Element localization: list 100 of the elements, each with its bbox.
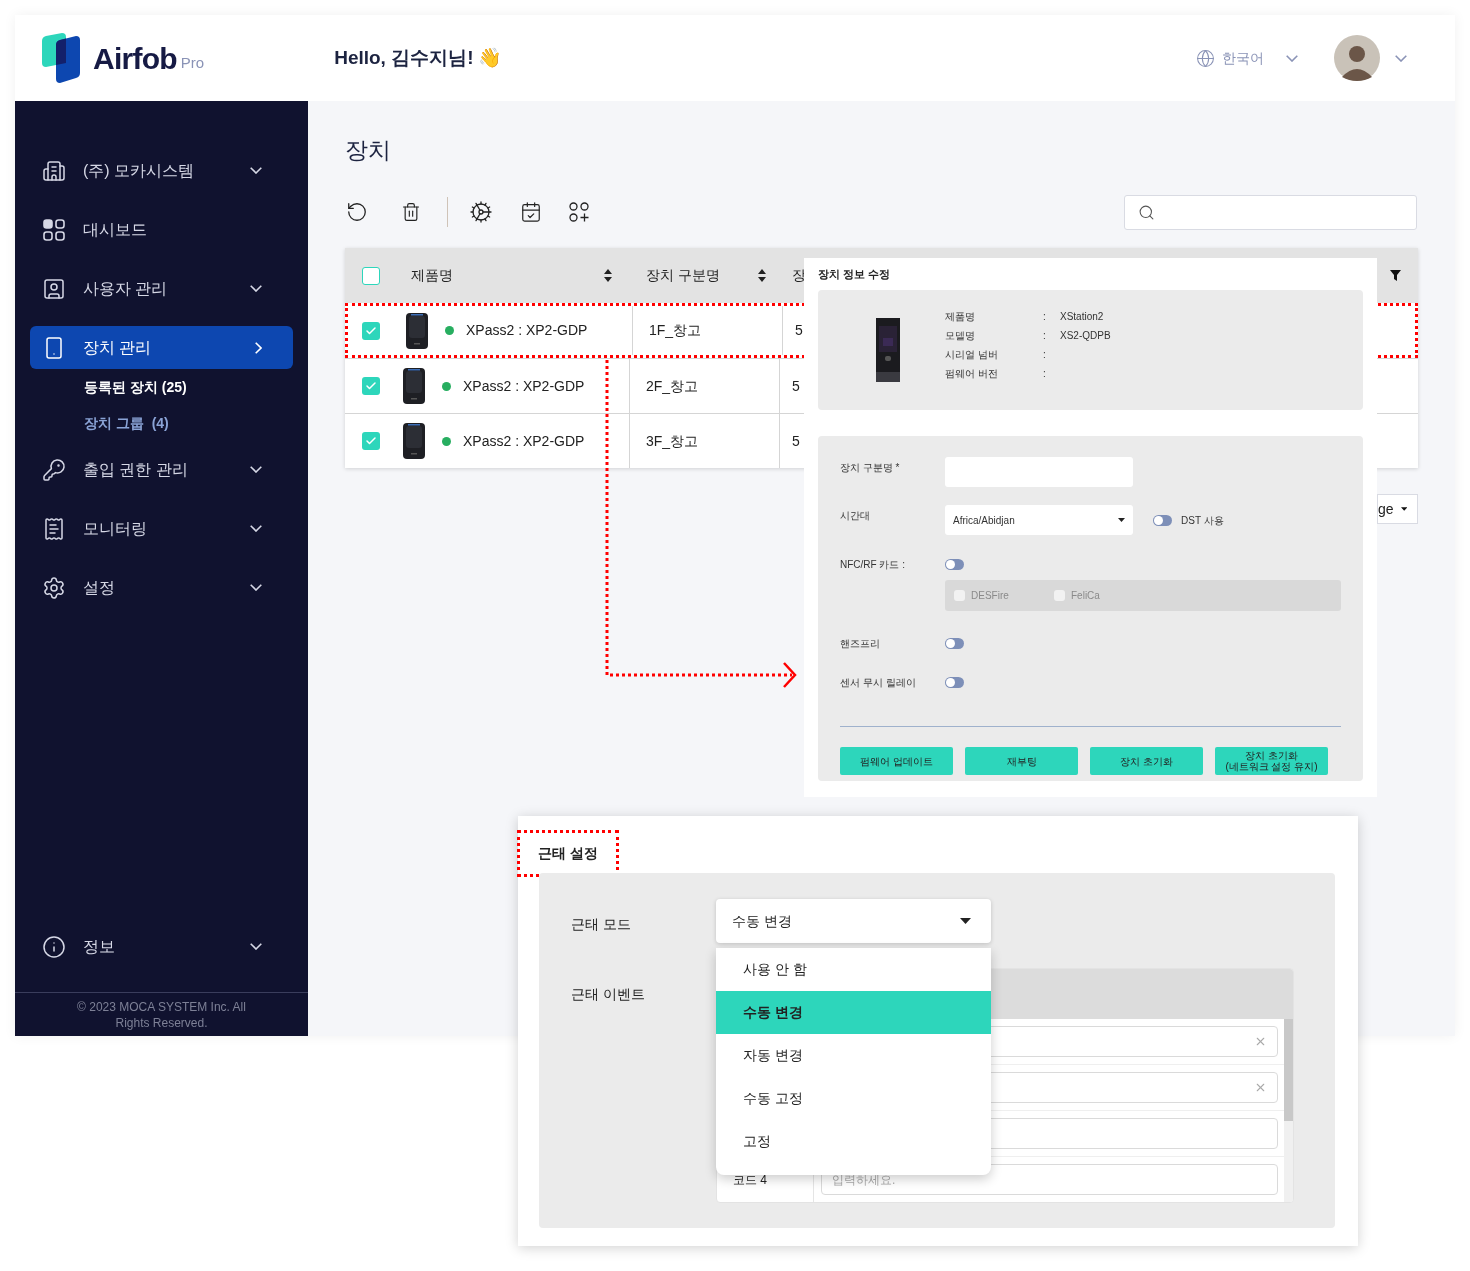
sidebar-item[interactable]: (주) 모카시스템 (30, 149, 293, 192)
check-icon (365, 324, 377, 337)
logo-text: Airfob (93, 40, 177, 77)
field-label: 시간대 (840, 509, 871, 523)
checkbox[interactable] (362, 432, 380, 450)
add-group-icon[interactable] (569, 202, 589, 222)
info-separator: : (1043, 348, 1047, 362)
field-label: NFC/RF 카드 : (840, 557, 906, 572)
sidebar-item[interactable]: 출입 권한 관리 (30, 448, 293, 491)
dropdown-option[interactable]: 자동 변경 (716, 1034, 991, 1077)
dropdown-option[interactable]: 수동 고정 (716, 1077, 991, 1120)
copyright-text: © 2023 MOCA SYSTEM Inc. All Rights Reserved. (76, 998, 247, 1031)
option-label: FeliCa (1071, 589, 1100, 603)
caret-down-icon (1118, 518, 1125, 522)
gear-icon[interactable] (469, 200, 493, 224)
timezone-select[interactable]: Africa/Abidjan (945, 505, 1133, 535)
toggle-switch[interactable] (945, 676, 964, 688)
dashboard-icon (42, 217, 66, 242)
calendar-check-icon[interactable] (520, 201, 542, 223)
field-label: 근태 이벤트 (571, 985, 645, 1004)
info-label: 모델명 (945, 329, 976, 343)
sidebar-item[interactable]: 모니터링 (30, 507, 293, 550)
building-icon (42, 158, 66, 183)
info-label: 펌웨어 버전 (945, 367, 999, 381)
sidebar-item[interactable]: 대시보드 (30, 208, 293, 251)
logo-icon (40, 33, 82, 83)
caret-down-icon (960, 918, 971, 924)
field-label: 센서 무시 릴레이 (840, 675, 917, 690)
field-label: 장치 구분명 * (840, 461, 901, 475)
table-cell-text: 3F_창고 (646, 431, 699, 451)
user-icon (42, 276, 66, 301)
refresh-icon[interactable] (346, 201, 368, 223)
clear-icon[interactable] (1254, 1035, 1267, 1048)
sort-icon[interactable] (604, 269, 612, 282)
sidebar-item[interactable]: 사용자 관리 (30, 267, 293, 310)
sidebar-item[interactable]: 설정 (30, 566, 293, 609)
check-icon (365, 380, 377, 392)
sort-icon[interactable] (758, 269, 766, 282)
column-header[interactable]: 장 (792, 265, 806, 286)
caret-down-icon (1400, 507, 1407, 511)
dropdown-option[interactable]: 사용 안 함 (716, 948, 991, 991)
option-label: DESFire (971, 589, 1009, 603)
info-separator: : (1043, 367, 1047, 381)
info-separator: : (1043, 329, 1047, 343)
dropdown-option[interactable]: 고정 (716, 1120, 991, 1163)
key-icon (42, 457, 66, 482)
action-button[interactable]: 펌웨어 업데이트 (840, 747, 953, 775)
receipt-icon (42, 516, 66, 541)
sidebar-item[interactable]: 정보 (30, 925, 293, 968)
trash-icon[interactable] (401, 202, 421, 222)
table-cell-text: XPass2 : XP2-GDP (463, 431, 585, 451)
logo-suffix: Pro (180, 52, 205, 73)
panel-title: 장치 정보 수정 (818, 267, 892, 282)
avatar[interactable] (1334, 35, 1380, 81)
column-header[interactable]: 제품명 (411, 265, 612, 286)
table-cell: 5 (792, 377, 800, 394)
action-button[interactable]: 장치 초기화 (1090, 747, 1203, 775)
globe-icon (1196, 48, 1215, 68)
mode-select[interactable]: 수동 변경 (716, 899, 991, 943)
chevron-down-icon[interactable] (1395, 54, 1407, 62)
info-value: XStation2 (1060, 310, 1104, 324)
toggle-switch[interactable] (945, 558, 964, 570)
table-cell-text: 1F_창고 (649, 321, 702, 340)
table-cell: 5 (795, 322, 803, 338)
sidebar-item[interactable]: 장치 관리 (30, 326, 293, 369)
scrollbar-thumb[interactable] (1284, 1019, 1293, 1121)
toggle-label: DST 사용 (1181, 513, 1224, 528)
field-label: 근태 모드 (571, 915, 631, 934)
field-label: 핸즈프리 (840, 636, 881, 651)
check-icon (365, 435, 377, 447)
checkbox[interactable] (362, 266, 380, 285)
event-input[interactable]: 입력하세요. (832, 1170, 1267, 1189)
table-cell-text: XPass2 : XP2-GDP (463, 376, 585, 396)
sidebar-subitem[interactable]: 등록된 장치 (25) (84, 376, 187, 398)
toggle-switch[interactable] (945, 637, 964, 649)
filter-icon[interactable] (1390, 270, 1401, 281)
column-header[interactable]: 장치 구분명 (646, 265, 766, 286)
checkbox[interactable] (362, 321, 380, 340)
action-button[interactable]: 재부팅 (965, 747, 1078, 775)
action-button[interactable]: 장치 초기화 (네트워크 설정 유지) (1215, 747, 1328, 775)
wave-emoji: 👋 (477, 45, 502, 70)
sidebar-subitem[interactable]: 장치 그룹 (4) (84, 412, 169, 434)
dropdown-option[interactable]: 수동 변경 (716, 991, 991, 1034)
toggle-switch[interactable] (1153, 514, 1172, 526)
info-value: XS2-QDPB (1060, 329, 1111, 343)
info-icon (42, 934, 66, 959)
search-field[interactable] (1124, 194, 1417, 230)
search-icon (1138, 203, 1155, 221)
clear-icon[interactable] (1254, 1081, 1267, 1094)
info-label: 시리얼 넘버 (945, 348, 999, 362)
greeting-text: Hello, 김수지님! (334, 45, 474, 70)
event-code: 코드 4 (733, 1171, 767, 1189)
checkbox[interactable] (362, 377, 380, 395)
table-cell: 5 (792, 432, 800, 449)
info-separator: : (1043, 310, 1047, 324)
page-size-select[interactable]: ge (1377, 494, 1418, 524)
input-field[interactable]: 입력하세요. (821, 1164, 1278, 1195)
info-label: 제품명 (945, 310, 976, 324)
chevron-down-icon (1286, 54, 1298, 62)
table-cell-text: 2F_창고 (646, 376, 699, 396)
